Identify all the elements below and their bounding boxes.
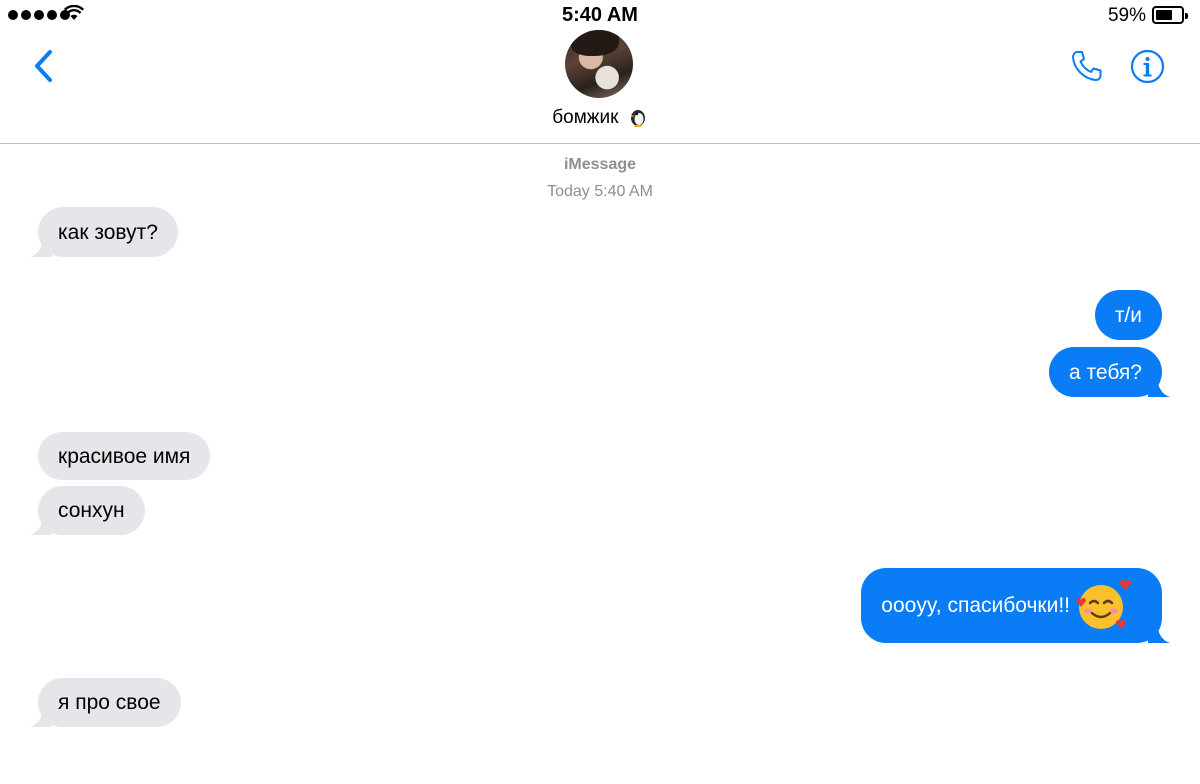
message-bubble-outgoing[interactable]: а тебя? [1049,347,1170,397]
conversation-header: бомжик [0,30,1200,144]
message-bubble-incoming[interactable]: как зовут? [30,207,178,257]
bubble-tail [1148,625,1170,643]
contact-avatar[interactable] [565,30,633,98]
bubble-tail [30,517,52,535]
penguin-icon [630,110,645,127]
message-text: я про свое [58,691,161,714]
message-text: а тебя? [1069,360,1142,384]
battery-icon [1152,6,1188,24]
message-text: как зовут? [58,220,158,244]
message-text: т/и [1114,303,1142,327]
message-text: oooyy, спасибочки!! [881,594,1070,617]
message-text: сонхун [58,499,125,522]
bubble-tail [1148,379,1170,397]
status-bar: 5:40 AM 59% [0,0,1200,30]
message-bubble-incoming[interactable]: сонхун [30,486,145,535]
message-bubble-incoming[interactable]: я про свое [30,678,181,727]
bubble-tail [30,239,52,257]
message-text: красивое имя [58,444,191,468]
phone-icon[interactable] [1069,48,1105,84]
service-label: iMessage [563,156,637,173]
message-bubble-outgoing[interactable]: т/и [1094,290,1162,340]
bubble-tail [30,709,52,727]
message-bubble-outgoing[interactable]: oooyy, спасибочки!! [861,568,1170,643]
chevron-left-icon[interactable] [28,46,64,86]
battery-percent: 59% [1107,5,1146,26]
status-time: 5:40 AM [562,4,638,26]
thread-timestamp: Today 5:40 AM [547,183,653,200]
info-icon[interactable] [1130,49,1165,84]
smiling-face-with-hearts-icon [1076,579,1132,629]
message-bubble-incoming[interactable]: красивое имя [38,432,211,480]
contact-name: бомжик [552,107,619,128]
contact-name-row[interactable]: бомжик [0,107,1200,129]
